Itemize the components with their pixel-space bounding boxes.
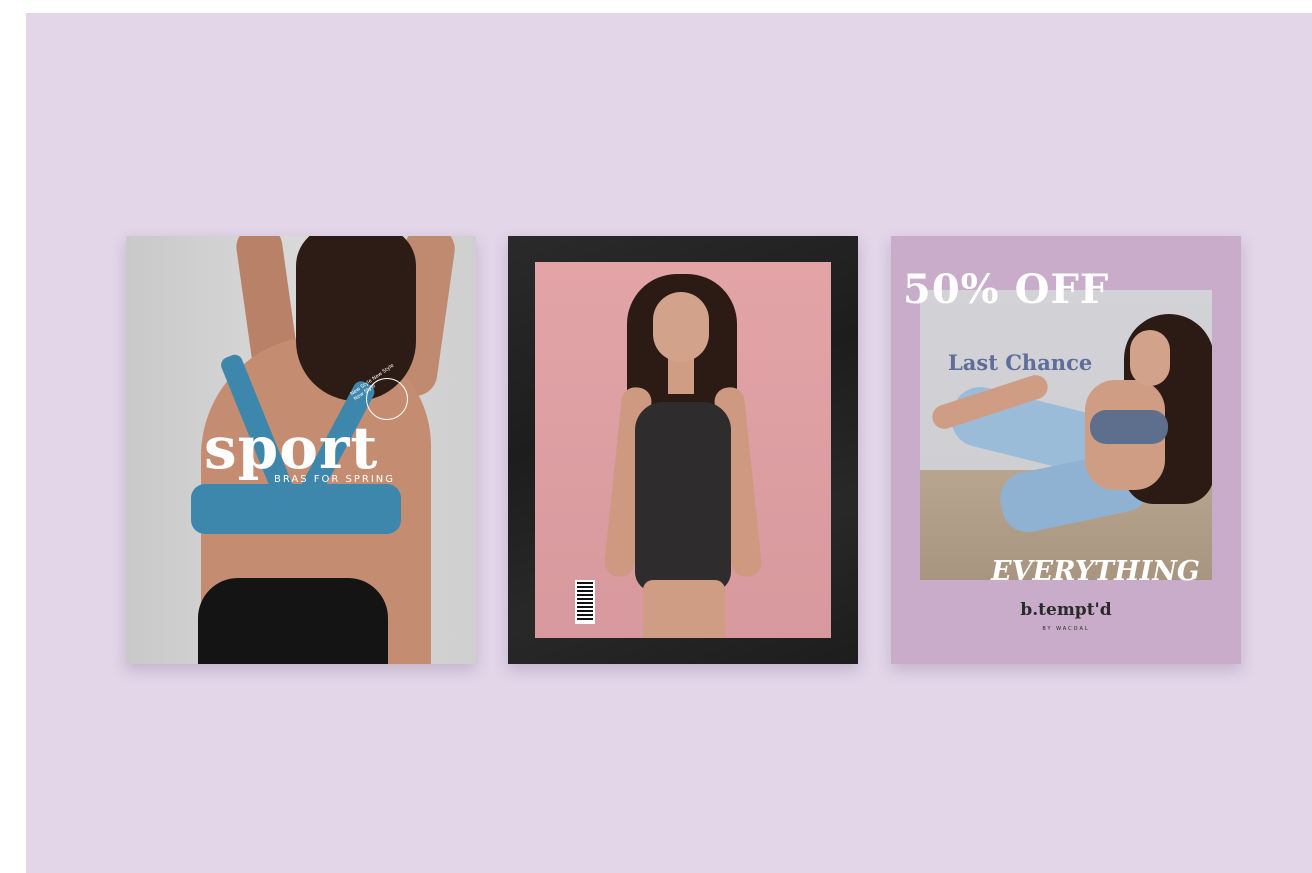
poster-sport: New Style New Style New Style sport BRAS… <box>126 236 476 664</box>
poster-subtitle: BRAS FOR SPRING <box>274 474 396 485</box>
brand-subtitle: BY WACOAL <box>1042 626 1090 632</box>
poster-sale: 50% OFF Last Chance EVERYTHING b.tempt'd… <box>891 236 1241 664</box>
model-face <box>653 292 709 362</box>
brand-logo: b.tempt'd <box>1020 600 1112 620</box>
sale-banner: EVERYTHING <box>991 556 1200 587</box>
barcode-icon <box>575 580 595 624</box>
poster-photo <box>920 290 1212 580</box>
lace-bodysuit <box>635 402 731 592</box>
model-legs <box>643 580 725 638</box>
sale-tagline: Last Chance <box>948 350 1093 375</box>
poster-title: sport <box>204 414 379 482</box>
model-face <box>1130 330 1170 386</box>
poster-bodysuit <box>508 236 858 664</box>
sale-headline: 50% OFF <box>903 266 1110 313</box>
bra <box>1090 410 1168 444</box>
poster-photo <box>535 262 831 638</box>
sports-bra <box>191 484 401 534</box>
leggings <box>198 578 388 664</box>
